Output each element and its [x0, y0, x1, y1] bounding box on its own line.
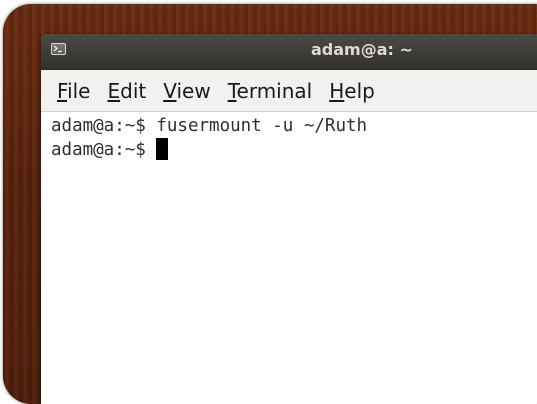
menu-file[interactable]: File [49, 79, 99, 103]
window-titlebar[interactable]: adam@a: ~ [41, 34, 537, 70]
terminal-line: adam@a:~$ fusermount -u ~/Ruth [51, 116, 368, 136]
menu-bar: File Edit View Terminal Help [41, 70, 537, 112]
terminal-output[interactable]: adam@a:~$ fusermount -u ~/Ruth adam@a:~$ [41, 112, 537, 162]
menu-help[interactable]: Help [321, 79, 384, 103]
menu-terminal[interactable]: Terminal [220, 79, 322, 103]
desktop-frame: adam@a: ~ File Edit View Terminal Help a… [3, 4, 537, 404]
terminal-prompt-line: adam@a:~$ [51, 138, 537, 162]
text-cursor [156, 138, 169, 160]
terminal-prompt: adam@a:~$ [51, 140, 157, 160]
terminal-icon[interactable] [51, 43, 66, 55]
terminal-window[interactable]: adam@a: ~ File Edit View Terminal Help a… [41, 34, 537, 404]
window-title: adam@a: ~ [311, 40, 413, 59]
menu-view[interactable]: View [155, 79, 219, 103]
menu-edit[interactable]: Edit [99, 79, 155, 103]
